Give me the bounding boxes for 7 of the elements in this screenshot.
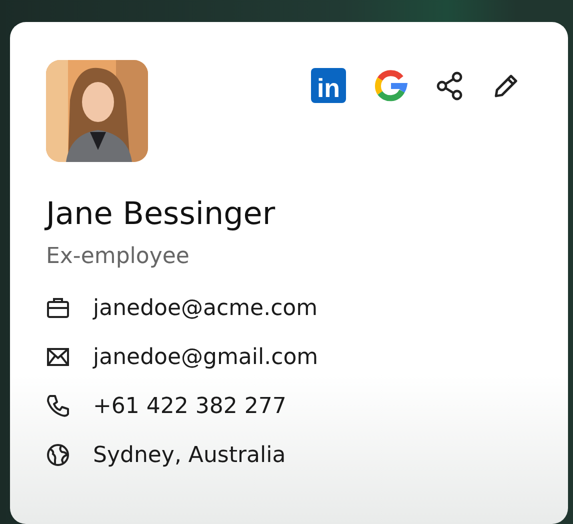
phone-number: +61 422 382 277 — [93, 394, 286, 418]
email-address: janedoe@acme.com — [93, 296, 318, 320]
email-address: janedoe@gmail.com — [93, 344, 318, 370]
location-text: Sydney, Australia — [93, 442, 286, 468]
linkedin-button[interactable]: in — [311, 68, 346, 103]
person-status: Ex-employee — [46, 243, 190, 271]
person-name: Jane Bessinger — [46, 195, 276, 234]
